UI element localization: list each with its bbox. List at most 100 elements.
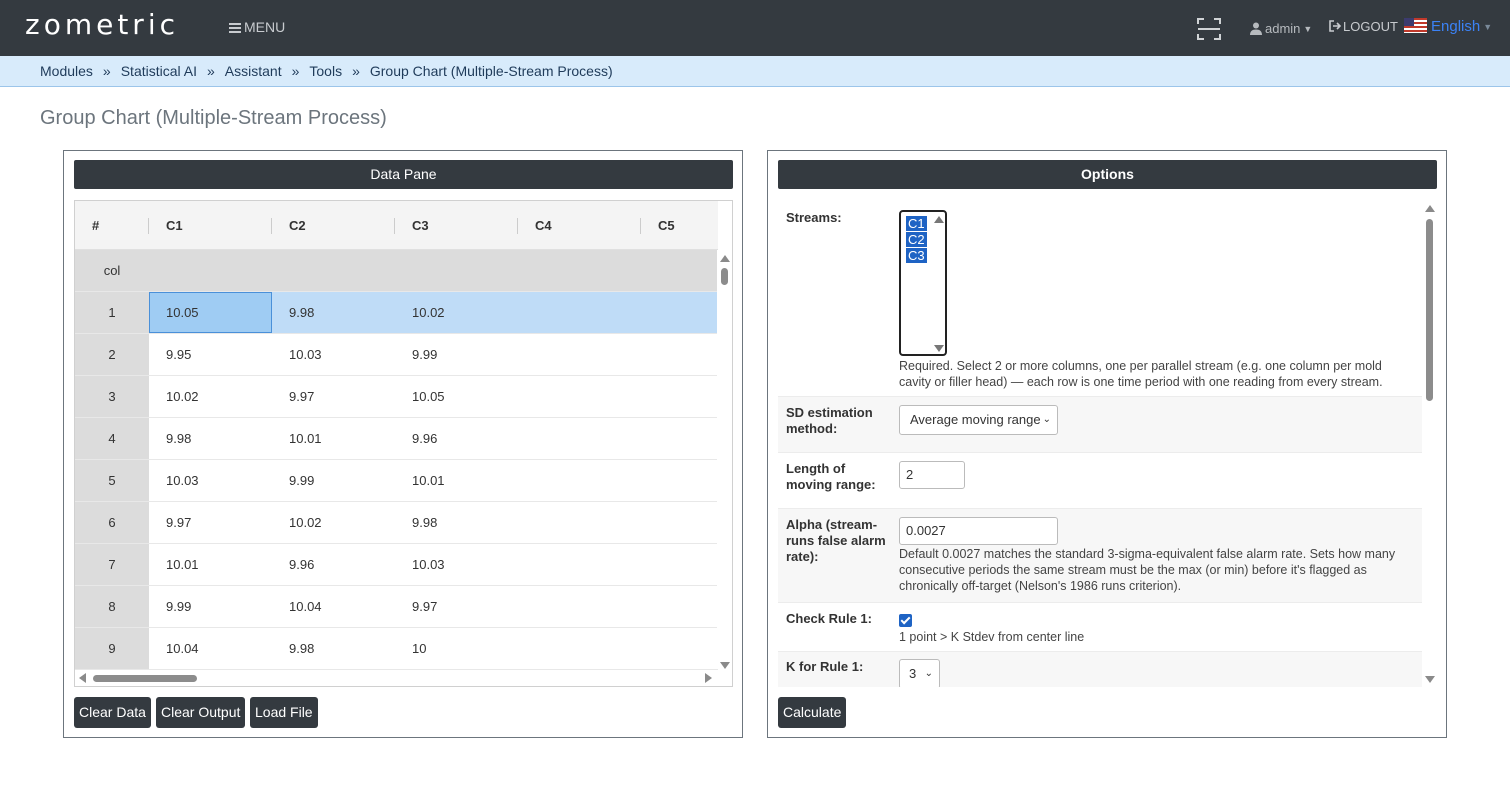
table-cell-c3[interactable]: 10.03 [412, 544, 445, 585]
table-cell-c3[interactable]: 9.97 [412, 586, 437, 627]
scroll-up-icon[interactable] [1425, 205, 1435, 212]
table-cell-c2[interactable]: 9.99 [289, 460, 314, 501]
logout-link[interactable]: LOGOUT [1329, 19, 1398, 34]
scroll-left-icon[interactable] [79, 673, 86, 683]
table-row[interactable]: 8 9.99 10.04 9.97 [75, 586, 718, 628]
table-cell-c2[interactable]: 10.02 [289, 502, 322, 543]
listbox-scroll-up-icon[interactable] [934, 216, 944, 223]
clear-data-button[interactable]: Clear Data [74, 697, 151, 728]
logout-label: LOGOUT [1343, 19, 1398, 34]
breadcrumb-assistant[interactable]: Assistant [225, 63, 282, 79]
stream-option-c2[interactable]: C2 [906, 232, 927, 247]
alpha-row: Alpha (stream-runs false alarm rate): 0.… [778, 509, 1423, 603]
header-c4[interactable]: C4 [517, 201, 552, 250]
table-row[interactable]: 2 9.95 10.03 9.99 [75, 334, 718, 376]
scroll-thumb[interactable] [93, 675, 197, 682]
language-label: English [1431, 18, 1481, 35]
header-c1[interactable]: C1 [148, 201, 183, 250]
row-number: 2 [75, 334, 149, 375]
header-c3[interactable]: C3 [394, 201, 429, 250]
table-row[interactable]: 7 10.01 9.96 10.03 [75, 544, 718, 586]
rule1-checkbox[interactable] [899, 614, 912, 627]
language-selector[interactable]: English ▼ [1404, 18, 1492, 35]
breadcrumb-statistical-ai[interactable]: Statistical AI [121, 63, 197, 79]
streams-row: Streams: C1 C2 C3 Required. Select 2 or … [778, 200, 1423, 397]
scroll-up-icon[interactable] [720, 255, 730, 262]
clear-output-button[interactable]: Clear Output [156, 697, 246, 728]
scan-icon[interactable] [1197, 17, 1221, 41]
table-cell-c2[interactable]: 9.97 [289, 376, 314, 417]
table-cell-c1[interactable]: 9.99 [166, 586, 191, 627]
menu-button[interactable]: MENU [229, 19, 285, 35]
table-cell-c3[interactable]: 10 [412, 628, 426, 669]
table-cell-c2[interactable]: 9.98 [289, 628, 314, 669]
table-cell-c1[interactable]: 10.03 [166, 460, 199, 501]
moving-range-input[interactable]: 2 [899, 461, 965, 489]
k-rule1-select[interactable]: 3 ⌄ [899, 659, 940, 687]
table-cell-c1[interactable]: 9.97 [166, 502, 191, 543]
table-cell-c1[interactable]: 10.01 [166, 544, 199, 585]
header-c5[interactable]: C5 [640, 201, 675, 250]
listbox-scroll-down-icon[interactable] [934, 345, 944, 352]
calculate-button[interactable]: Calculate [778, 697, 847, 728]
table-row[interactable]: 9 10.04 9.98 10 [75, 628, 718, 670]
table-cell-c2[interactable]: 10.04 [289, 586, 322, 627]
table-cell-c3[interactable]: 10.01 [412, 460, 445, 501]
table-row[interactable]: 4 9.98 10.01 9.96 [75, 418, 718, 460]
page-title: Group Chart (Multiple-Stream Process) [40, 107, 387, 129]
column-label-row[interactable]: col [75, 250, 718, 292]
us-flag-icon [1404, 18, 1427, 33]
user-menu[interactable]: admin ▼ [1250, 21, 1312, 36]
horizontal-scrollbar[interactable] [75, 669, 718, 686]
table-cell-c2[interactable]: 10.03 [289, 334, 322, 375]
row-number: 4 [75, 418, 149, 459]
app-logo[interactable]: zometric [25, 8, 179, 41]
load-file-button[interactable]: Load File [250, 697, 318, 728]
table-cell-c3[interactable]: 10.02 [412, 292, 445, 333]
scroll-down-icon[interactable] [720, 662, 730, 669]
breadcrumb-bar: Modules » Statistical AI » Assistant » Tools » G… [0, 56, 1510, 87]
scroll-thumb[interactable] [721, 268, 728, 285]
sd-method-label: SD estimation method: [786, 405, 873, 436]
alpha-input[interactable]: 0.0027 [899, 517, 1058, 545]
breadcrumb-current[interactable]: Group Chart (Multiple-Stream Process) [370, 63, 613, 79]
table-cell-c1[interactable]: 10.05 [166, 292, 199, 333]
stream-option-c1[interactable]: C1 [906, 216, 927, 231]
table-cell-c3[interactable]: 9.99 [412, 334, 437, 375]
data-grid[interactable]: # C1 C2 C3 C4 C5 col 1 10.05 9.98 10.02 2 9.9… [74, 200, 733, 687]
table-row[interactable]: 6 9.97 10.02 9.98 [75, 502, 718, 544]
breadcrumb-separator: » [352, 63, 360, 79]
breadcrumb-tools[interactable]: Tools [309, 63, 342, 79]
table-cell-c1[interactable]: 10.02 [166, 376, 199, 417]
table-cell-c3[interactable]: 10.05 [412, 376, 445, 417]
chevron-down-icon: ⌄ [924, 668, 933, 679]
alpha-help: Default 0.0027 matches the standard 3-si… [899, 547, 1396, 593]
table-cell-c2[interactable]: 9.98 [289, 292, 314, 333]
row-number: 1 [75, 292, 149, 333]
sd-method-select[interactable]: Average moving range ⌄ [899, 405, 1058, 435]
table-cell-c1[interactable]: 9.95 [166, 334, 191, 375]
table-cell-c2[interactable]: 10.01 [289, 418, 322, 459]
table-row[interactable]: 5 10.03 9.99 10.01 [75, 460, 718, 502]
breadcrumb: Modules » Statistical AI » Assistant » Tools » G… [40, 63, 613, 79]
vertical-scrollbar[interactable] [717, 250, 732, 670]
data-pane-header: Data Pane [74, 160, 733, 189]
table-cell-c1[interactable]: 10.04 [166, 628, 199, 669]
rule1-help: 1 point > K Stdev from center line [899, 630, 1085, 644]
table-cell-c3[interactable]: 9.96 [412, 418, 437, 459]
options-scrollbar[interactable] [1422, 200, 1437, 687]
table-row[interactable]: 3 10.02 9.97 10.05 [75, 376, 718, 418]
streams-listbox[interactable]: C1 C2 C3 [899, 210, 947, 356]
scroll-thumb[interactable] [1426, 219, 1433, 401]
scroll-right-icon[interactable] [705, 673, 712, 683]
breadcrumb-modules[interactable]: Modules [40, 63, 93, 79]
scroll-down-icon[interactable] [1425, 676, 1435, 683]
table-cell-c3[interactable]: 9.98 [412, 502, 437, 543]
stream-option-c3[interactable]: C3 [906, 248, 927, 263]
top-navbar: zometric MENU admin ▼ LOGOUT English ▼ [0, 0, 1510, 56]
table-cell-c2[interactable]: 9.96 [289, 544, 314, 585]
row-number: 5 [75, 460, 149, 501]
header-c2[interactable]: C2 [271, 201, 306, 250]
table-row[interactable]: 1 10.05 9.98 10.02 [75, 292, 718, 334]
table-cell-c1[interactable]: 9.98 [166, 418, 191, 459]
